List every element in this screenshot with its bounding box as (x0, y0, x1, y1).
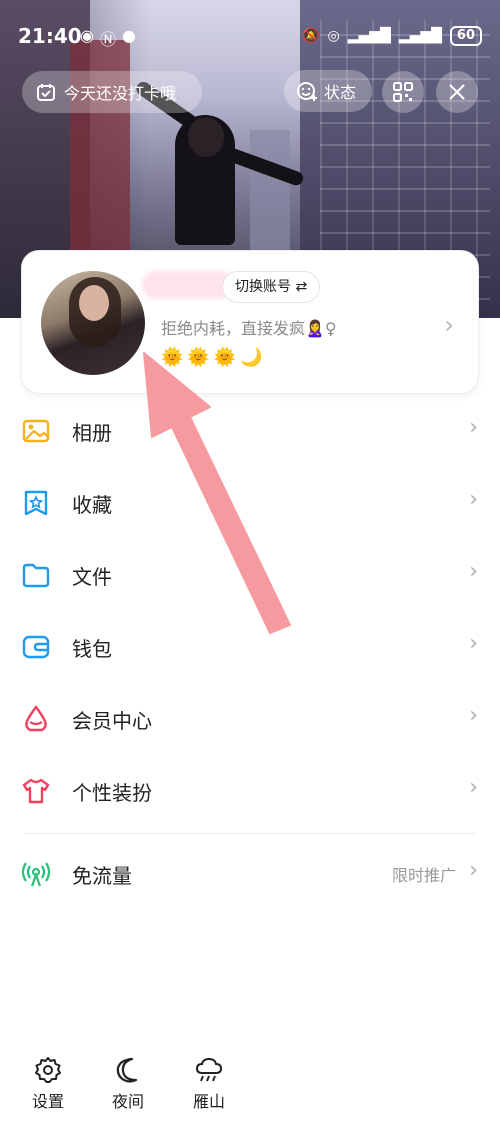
weather-label: 雁山 (192, 1092, 225, 1111)
smiley-plus-icon (297, 82, 317, 101)
chevron-right-icon: › (469, 415, 478, 440)
menu-item-free-data[interactable]: 免流量 限时推广 › (0, 838, 500, 910)
settings-button[interactable]: 设置 (23, 1056, 73, 1112)
location-icon: ● (121, 26, 136, 45)
photo-album-icon (22, 419, 50, 443)
chevron-right-icon: › (444, 311, 454, 339)
chevron-right-icon: › (469, 631, 478, 656)
chevron-right-icon: › (469, 775, 478, 800)
checkin-button[interactable]: 今天还没打卡哦 (22, 71, 202, 113)
vip-icon (25, 705, 47, 732)
photo-person-head (188, 117, 224, 157)
weather-button[interactable]: 雁山 (184, 1056, 234, 1112)
night-mode-label: 夜间 (111, 1092, 144, 1111)
close-button[interactable] (436, 71, 478, 113)
rain-cloud-icon (195, 1057, 223, 1082)
status-time: 21:40 (18, 24, 82, 48)
menu-item-label: 会员中心 (72, 709, 152, 733)
settings-label: 设置 (31, 1092, 64, 1111)
menu-item-vip-center[interactable]: 会员中心 › (0, 683, 500, 755)
dress-up-icon (22, 778, 50, 804)
battery-icon: 60 (449, 26, 482, 46)
menu-item-label: 个性装扮 (72, 781, 152, 805)
gear-icon (35, 1057, 61, 1083)
chevron-right-icon: › (469, 703, 478, 728)
bottom-bar: 设置 夜间 雁山 (0, 1050, 500, 1122)
status-icons-left: ◉ Ⓝ ● (80, 26, 136, 50)
nfc-icon: Ⓝ (99, 30, 116, 49)
menu-item-label: 收藏 (72, 493, 112, 517)
moon-icon (116, 1057, 138, 1083)
qr-code-icon (393, 82, 413, 102)
divider (24, 833, 476, 834)
close-icon (449, 84, 465, 100)
favorites-icon (24, 490, 48, 516)
mute-icon: 🔕 (302, 28, 320, 44)
avatar-face (79, 285, 109, 321)
menu-item-label: 文件 (72, 565, 112, 589)
status-icons-right: 🔕 ◎ ▂▄▆█ ▂▄▆█ 60 (302, 26, 482, 46)
menu-item-label: 钱包 (72, 637, 112, 661)
status-bar: 21:40 ◉ Ⓝ ● 🔕 ◎ ▂▄▆█ ▂▄▆█ 60 (0, 20, 500, 56)
status-button[interactable]: 状态 (284, 70, 372, 112)
calendar-check-icon (37, 84, 55, 101)
menu-item-label: 免流量 (72, 864, 132, 888)
nickname-redacted (142, 271, 234, 299)
wallet-icon (22, 635, 50, 659)
broadcast-icon (22, 862, 50, 887)
chevron-right-icon: › (469, 487, 478, 512)
switch-account-button[interactable]: 切换账号 ⇄ (222, 271, 321, 303)
promo-label: 限时推广 (391, 866, 456, 885)
menu-item-label: 相册 (72, 421, 112, 445)
folder-icon (22, 563, 50, 588)
signature-text[interactable]: 拒绝内耗，直接发疯🙎‍♀️♀ (161, 315, 337, 339)
hotspot-icon: ◎ (327, 28, 340, 44)
checkin-label: 今天还没打卡哦 (64, 84, 177, 103)
signal-icon: ▂▄▆█ (347, 28, 391, 44)
qr-code-button[interactable] (382, 71, 424, 113)
night-mode-button[interactable]: 夜间 (103, 1056, 153, 1112)
menu-item-dress-up[interactable]: 个性装扮 › (0, 755, 500, 827)
chevron-right-icon: › (469, 559, 478, 584)
status-label: 状态 (324, 83, 357, 102)
chevron-right-icon: › (469, 858, 478, 883)
signal-icon: ▂▄▆█ (398, 28, 442, 44)
eye-icon: ◉ (80, 26, 94, 45)
annotation-arrow (143, 352, 291, 634)
